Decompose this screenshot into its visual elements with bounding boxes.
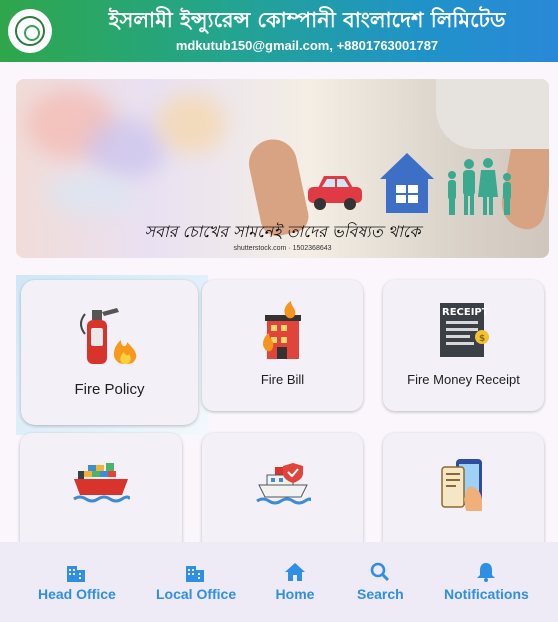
bell-icon [477, 563, 495, 582]
nav-label: Notifications [444, 586, 529, 602]
building-icon [186, 566, 204, 582]
nav-search[interactable]: Search [357, 562, 404, 602]
nav-label: Local Office [156, 586, 237, 602]
nav-head-office[interactable]: Head Office [38, 562, 116, 602]
bottom-navigation: Head Office Local Office Home Search Not… [0, 542, 558, 622]
app-title: ইসলামী ইন্স্যুরেন্স কোম্পানী বাংলাদেশ লি… [108, 8, 506, 32]
card-cargo-ship[interactable] [20, 433, 182, 553]
banner-caption: সবার চোখের সামনেই তাদের ভবিষ্যত থাকে [144, 222, 421, 241]
card-fire-policy[interactable]: Fire Policy [21, 280, 198, 425]
contact-info: mdkutub150@gmail.com, +8801763001787 [175, 38, 439, 53]
card-insured-ship[interactable] [202, 433, 363, 553]
card-label: Fire Money Receipt [407, 372, 520, 387]
nav-label: Home [275, 586, 315, 602]
nav-notifications[interactable]: Notifications [444, 562, 529, 602]
fire-extinguisher-icon [79, 308, 136, 364]
building-icon [67, 566, 85, 582]
card-fire-bill[interactable]: Fire Bill [202, 280, 363, 411]
app-header: ইসলামী ইন্স্যুরেন্স কোম্পানী বাংলাদেশ লি… [0, 0, 558, 62]
receipt-icon: RECEIPT $ [439, 303, 489, 357]
promo-banner[interactable]: সবার চোখের সামনেই তাদের ভবিষ্যত থাকে shu… [16, 79, 549, 258]
burning-building-icon [262, 301, 301, 359]
cargo-ship-icon [73, 463, 130, 503]
insured-ship-icon [255, 463, 311, 505]
nav-label: Search [357, 586, 404, 602]
card-label: Fire Policy [74, 381, 145, 398]
family-icon [448, 158, 511, 215]
car-icon [308, 176, 362, 210]
nav-local-office[interactable]: Local Office [156, 562, 237, 602]
nav-home[interactable]: Home [274, 562, 316, 602]
home-icon [285, 563, 305, 581]
receipt-icon-text: RECEIPT [442, 307, 489, 318]
company-logo-icon [8, 9, 52, 53]
svg-text:$: $ [479, 334, 485, 344]
banner-credit: shutterstock.com · 1502368643 [233, 245, 332, 252]
mobile-document-icon [440, 459, 482, 511]
card-mobile-document[interactable] [383, 433, 544, 553]
card-fire-money-receipt[interactable]: RECEIPT $ Fire Money Receipt [383, 280, 544, 411]
nav-label: Head Office [38, 586, 116, 602]
house-icon [380, 153, 434, 213]
card-label: Fire Bill [260, 372, 305, 387]
search-icon [370, 562, 390, 582]
